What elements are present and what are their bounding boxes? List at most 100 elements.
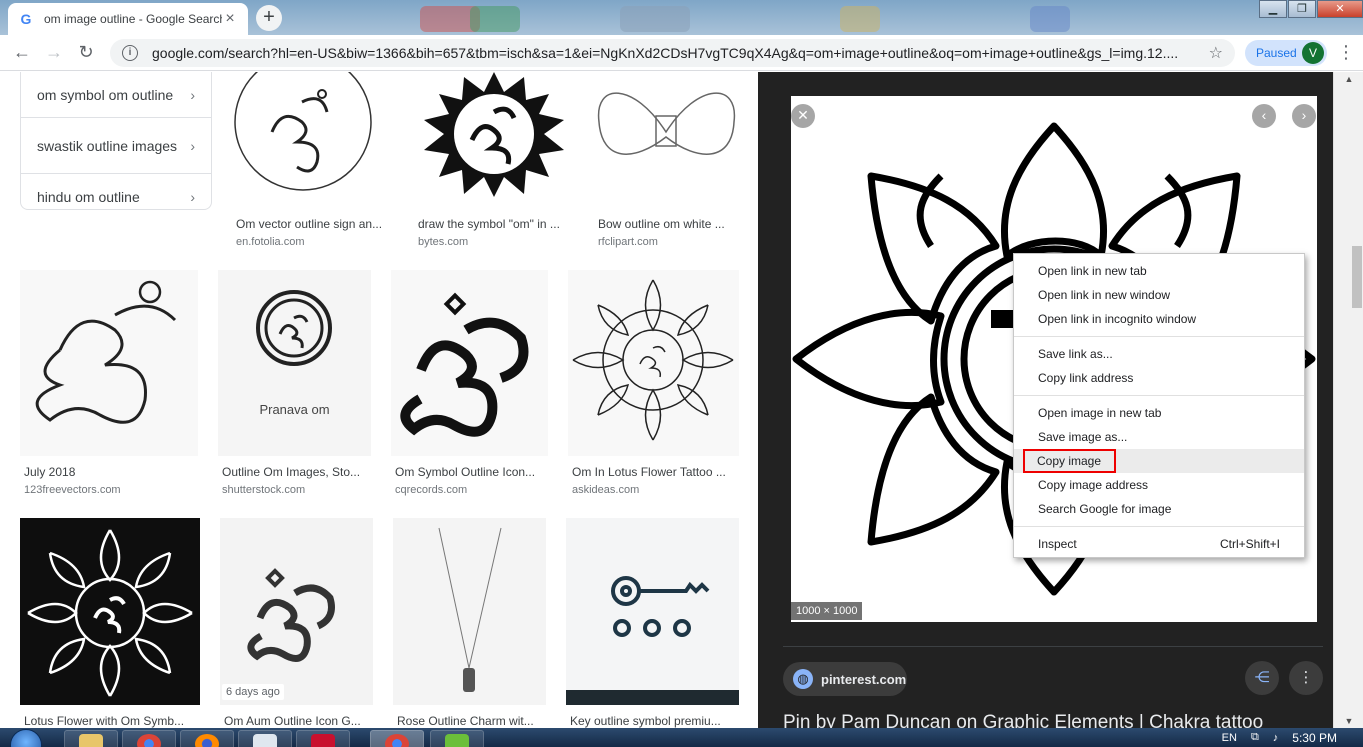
next-image-button[interactable]: ›	[1292, 104, 1316, 128]
image-result-card[interactable]: Om Symbol Outline Icon... cqrecords.com	[391, 270, 548, 500]
related-search-item[interactable]: swastik outline images ›	[21, 118, 211, 174]
menu-item-search-google-for-image[interactable]: Search Google for image	[1014, 497, 1304, 521]
result-title[interactable]: July 2018	[24, 465, 75, 479]
more-options-button[interactable]: ⋮	[1289, 661, 1323, 695]
url-text: google.com/search?hl=en-US&biw=1366&bih=…	[152, 45, 1179, 61]
minimize-button[interactable]: ▁	[1259, 0, 1287, 18]
image-result-card[interactable]: Rose Outline Charm wit...	[393, 518, 546, 728]
menu-item-label: Open image in new tab	[1038, 406, 1162, 420]
menu-item-label: Search Google for image	[1038, 502, 1172, 516]
profile-paused-button[interactable]: Paused V	[1245, 40, 1327, 66]
network-icon[interactable]: ⧉	[1251, 731, 1259, 744]
page-scrollbar[interactable]: ▲ ▼	[1333, 72, 1363, 728]
result-thumbnail[interactable]	[568, 270, 739, 456]
result-thumbnail[interactable]	[232, 72, 374, 208]
maximize-button[interactable]: ❐	[1288, 0, 1316, 18]
taskbar-app-firefox[interactable]	[180, 730, 234, 747]
taskbar-app-explorer[interactable]	[64, 730, 118, 747]
menu-item-save-image-as[interactable]: Save image as...	[1014, 425, 1304, 449]
menu-item-open-link-new-tab[interactable]: Open link in new tab	[1014, 259, 1304, 283]
result-source: rfclipart.com	[598, 236, 658, 248]
result-thumbnail[interactable]	[566, 518, 739, 705]
close-preview-button[interactable]: ✕	[791, 104, 815, 128]
solidworks-icon	[311, 734, 335, 747]
result-thumbnail[interactable]	[393, 518, 546, 705]
chrome-icon	[137, 734, 161, 747]
image-result-card[interactable]: Lotus Flower with Om Symb...	[20, 518, 200, 728]
scroll-up-arrow-icon[interactable]: ▲	[1334, 74, 1363, 84]
image-result-card[interactable]: Om In Lotus Flower Tattoo ... askideas.c…	[568, 270, 739, 500]
result-thumbnail[interactable]	[594, 72, 739, 208]
taskbar-app-chrome-active[interactable]	[370, 730, 424, 747]
image-result-card[interactable]: Om vector outline sign an... en.fotolia.…	[232, 72, 382, 252]
taskbar-app-window[interactable]	[238, 730, 292, 747]
result-title[interactable]: draw the symbol "om" in ...	[418, 217, 570, 231]
browser-tab[interactable]: G om image outline - Google Search ×	[8, 3, 248, 35]
browser-menu-icon[interactable]: ⋮	[1337, 42, 1355, 63]
result-title[interactable]: Lotus Flower with Om Symb...	[24, 714, 196, 728]
reload-icon[interactable]: ↻	[70, 42, 102, 63]
result-thumbnail[interactable]	[20, 270, 198, 456]
preview-title[interactable]: Pin by Pam Duncan on Graphic Elements | …	[783, 712, 1323, 728]
source-site-label: pinterest.com	[821, 671, 907, 687]
close-window-button[interactable]: ✕	[1317, 0, 1363, 18]
taskbar-clock[interactable]: 5:30 PM	[1292, 731, 1337, 745]
menu-item-save-link-as[interactable]: Save link as...	[1014, 342, 1304, 366]
chevron-right-icon: ›	[190, 189, 195, 205]
previous-image-button[interactable]: ‹	[1252, 104, 1276, 128]
context-menu: Open link in new tab Open link in new wi…	[1013, 253, 1305, 558]
menu-separator	[1014, 395, 1304, 396]
result-thumbnail[interactable]	[414, 72, 574, 208]
back-arrow-icon[interactable]: ←	[6, 42, 38, 63]
image-result-card[interactable]: Key outline symbol premiu...	[566, 518, 739, 728]
menu-item-inspect[interactable]: Inspect Ctrl+Shift+I	[1014, 532, 1304, 556]
result-title[interactable]: Outline Om Images, Sto...	[222, 465, 370, 479]
menu-item-label: Open link in incognito window	[1038, 312, 1197, 326]
result-thumbnail[interactable]	[391, 270, 548, 456]
result-title[interactable]: Rose Outline Charm wit...	[397, 714, 545, 728]
background-window-blob	[840, 6, 880, 32]
result-title[interactable]: Bow outline om white ...	[598, 217, 738, 231]
related-search-item[interactable]: om symbol om outline ›	[21, 72, 211, 118]
share-button[interactable]: ⋲	[1245, 661, 1279, 695]
menu-item-copy-image[interactable]: Copy image	[1014, 449, 1304, 473]
tab-strip: G om image outline - Google Search × + ▁…	[0, 0, 1363, 35]
volume-icon[interactable]: ♪	[1273, 732, 1279, 744]
result-thumbnail[interactable]: Pranava om	[218, 270, 371, 456]
result-title[interactable]: Om vector outline sign an...	[236, 217, 386, 231]
menu-item-label: Copy image	[1022, 449, 1117, 473]
browser-toolbar: ← → ↻ i google.com/search?hl=en-US&biw=1…	[0, 35, 1363, 71]
image-result-card[interactable]: Pranava om Outline Om Images, Sto... shu…	[218, 270, 371, 500]
source-site-button[interactable]: ◍ pinterest.com	[783, 662, 907, 696]
new-tab-button[interactable]: +	[256, 5, 282, 31]
taskbar-app-chrome[interactable]	[122, 730, 176, 747]
image-result-card[interactable]: draw the symbol "om" in ... bytes.com	[414, 72, 574, 252]
related-search-item[interactable]: hindu om outline ›	[21, 174, 211, 220]
language-indicator[interactable]: EN	[1222, 732, 1237, 744]
result-thumbnail[interactable]: 6 days ago	[220, 518, 373, 705]
bookmark-star-icon[interactable]: ☆	[1209, 43, 1223, 63]
menu-item-copy-image-address[interactable]: Copy image address	[1014, 473, 1304, 497]
result-title[interactable]: Key outline symbol premiu...	[570, 714, 735, 728]
address-bar[interactable]: i google.com/search?hl=en-US&biw=1366&bi…	[110, 39, 1235, 67]
menu-item-copy-link-address[interactable]: Copy link address	[1014, 366, 1304, 390]
site-info-icon[interactable]: i	[122, 45, 138, 61]
result-title[interactable]: Om Aum Outline Icon G...	[224, 714, 372, 728]
image-result-card[interactable]: July 2018 123freevectors.com	[20, 270, 198, 500]
start-button[interactable]	[10, 729, 42, 747]
taskbar-app-solidworks[interactable]	[296, 730, 350, 747]
menu-item-open-link-new-window[interactable]: Open link in new window	[1014, 283, 1304, 307]
menu-item-open-image-new-tab[interactable]: Open image in new tab	[1014, 401, 1304, 425]
scroll-down-arrow-icon[interactable]: ▼	[1334, 716, 1363, 726]
window-controls: ▁ ❐ ✕	[1258, 0, 1363, 18]
result-title[interactable]: Om In Lotus Flower Tattoo ...	[572, 465, 737, 479]
result-thumbnail[interactable]	[20, 518, 200, 705]
menu-item-open-link-incognito[interactable]: Open link in incognito window	[1014, 307, 1304, 331]
scrollbar-thumb[interactable]	[1352, 246, 1362, 308]
close-tab-icon[interactable]: ×	[222, 10, 238, 28]
image-result-card[interactable]: 6 days ago Om Aum Outline Icon G...	[220, 518, 373, 728]
result-title[interactable]: Om Symbol Outline Icon...	[395, 465, 545, 479]
forward-arrow-icon[interactable]: →	[38, 42, 70, 63]
image-result-card[interactable]: Bow outline om white ... rfclipart.com	[594, 72, 739, 252]
taskbar-app-green[interactable]	[430, 730, 484, 747]
